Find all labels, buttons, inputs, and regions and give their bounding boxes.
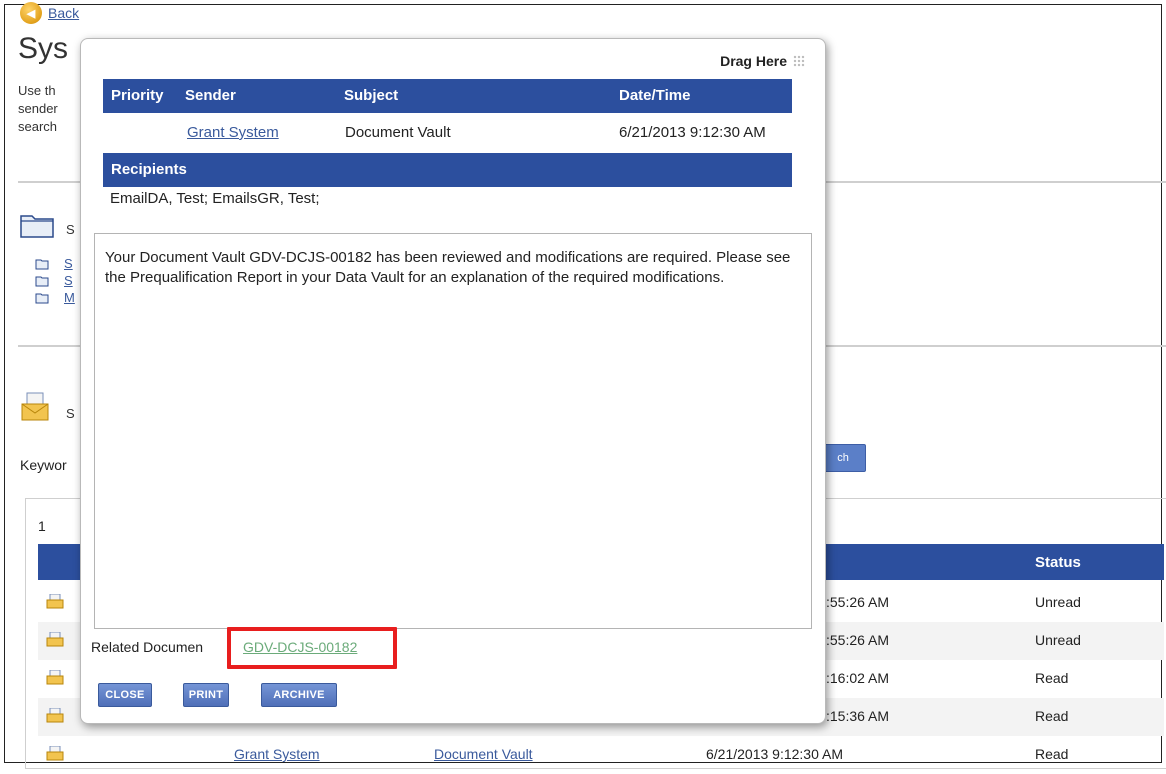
highlight-box: [227, 627, 397, 669]
envelope-icon: [21, 392, 49, 421]
search-button[interactable]: ch: [820, 444, 866, 472]
print-button[interactable]: PRINT: [183, 683, 229, 707]
back-button[interactable]: ◀ Back: [20, 2, 79, 24]
status-column-header[interactable]: Status: [1035, 554, 1081, 571]
mail-section-title: S: [66, 406, 75, 421]
recipients-list: EmailDA, Test; EmailsGR, Test;: [110, 190, 320, 207]
priority-header: Priority: [111, 87, 164, 104]
drag-handle[interactable]: Drag Here: [720, 53, 805, 69]
datetime-header: Date/Time: [619, 87, 691, 104]
row-sender-link[interactable]: Grant System: [234, 746, 320, 762]
row-subject-link[interactable]: Document Vault: [434, 746, 533, 762]
envelope-icon: [46, 746, 64, 761]
envelope-icon: [46, 594, 64, 609]
folder-icon: [35, 259, 49, 270]
row-status: Unread: [1035, 632, 1081, 648]
folder-icon: [20, 215, 54, 238]
row-status: Read: [1035, 708, 1069, 724]
keyword-label: Keywor: [20, 457, 67, 473]
recipients-header-row: Recipients: [103, 153, 792, 187]
message-datetime: 6/21/2013 9:12:30 AM: [619, 124, 766, 141]
row-datetime: :55:26 AM: [826, 594, 890, 610]
message-header-row: Priority Sender Subject Date/Time: [103, 79, 792, 113]
row-datetime: :15:36 AM: [826, 708, 890, 724]
message-dialog: Drag Here Priority Sender Subject Date/T…: [80, 38, 826, 724]
back-arrow-icon: ◀: [20, 2, 42, 24]
page: ◀ Back Sys Use th sender search S S S M …: [0, 0, 1166, 769]
folder-link[interactable]: M: [64, 290, 75, 305]
row-datetime: :16:02 AM: [826, 670, 890, 686]
subject-header: Subject: [344, 87, 399, 104]
row-datetime: :55:26 AM: [826, 632, 890, 648]
drag-grip-icon: [793, 55, 805, 67]
message-info-row: Grant System Document Vault 6/21/2013 9:…: [103, 112, 792, 152]
sender-link[interactable]: Grant System: [187, 124, 279, 141]
row-status: Unread: [1035, 594, 1081, 610]
page-title: Sys: [18, 32, 69, 65]
folder-icon: [35, 276, 49, 287]
row-status: Read: [1035, 746, 1069, 762]
folder-link[interactable]: S: [64, 256, 73, 271]
row-status: Read: [1035, 670, 1069, 686]
folder-section-title: S: [66, 222, 75, 237]
envelope-icon: [46, 708, 64, 723]
message-body-box[interactable]: Your Document Vault GDV-DCJS-00182 has b…: [94, 233, 812, 629]
message-subject: Document Vault: [345, 124, 451, 141]
related-document-label: Related Documen: [91, 639, 204, 655]
close-button[interactable]: CLOSE: [98, 683, 152, 707]
archive-button[interactable]: ARCHIVE: [261, 683, 337, 707]
back-link[interactable]: Back: [48, 5, 79, 21]
page-description: Use th sender search: [18, 83, 58, 134]
table-row[interactable]: Grant System Document Vault 6/21/2013 9:…: [38, 736, 1164, 774]
pager-page-1[interactable]: 1: [38, 518, 46, 534]
message-body: Your Document Vault GDV-DCJS-00182 has b…: [105, 249, 791, 286]
envelope-icon: [46, 632, 64, 647]
drag-label: Drag Here: [720, 53, 787, 69]
recipients-header: Recipients: [111, 161, 187, 178]
folder-link[interactable]: S: [64, 273, 73, 288]
sender-header: Sender: [185, 87, 236, 104]
folder-icon: [35, 293, 49, 304]
row-datetime: 6/21/2013 9:12:30 AM: [706, 746, 843, 762]
envelope-icon: [46, 670, 64, 685]
